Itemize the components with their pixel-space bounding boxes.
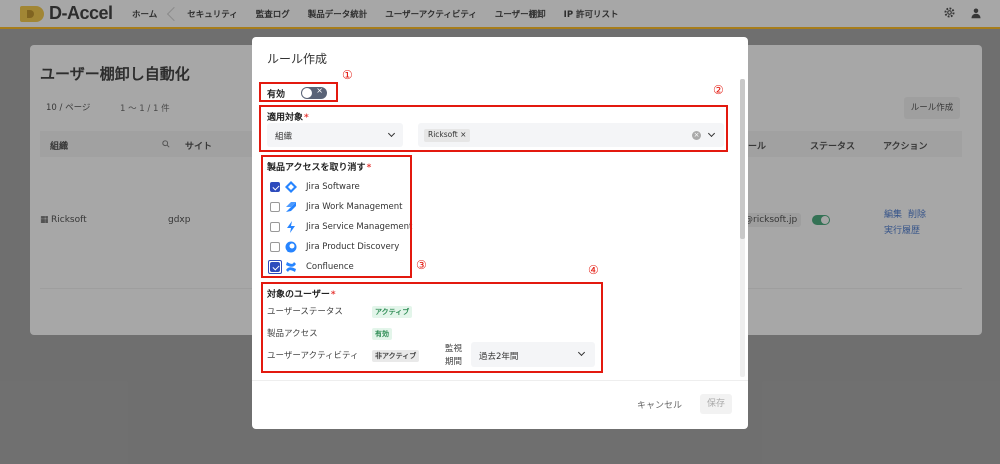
annotation-box-2	[259, 105, 728, 152]
annotation-number-1: ①	[342, 68, 353, 82]
cancel-button[interactable]: キャンセル	[637, 398, 682, 411]
annotation-box-1	[259, 82, 338, 102]
footer-divider	[252, 380, 748, 381]
annotation-number-4: ④	[588, 263, 599, 277]
modal-scrollbar[interactable]	[740, 79, 745, 377]
annotation-number-2: ②	[713, 83, 724, 97]
save-button[interactable]: 保存	[700, 394, 732, 414]
scrollbar-thumb[interactable]	[740, 79, 745, 239]
annotation-number-3: ③	[416, 258, 427, 272]
annotation-box-3	[261, 155, 412, 278]
annotation-box-4	[261, 282, 603, 373]
modal-title: ルール作成	[267, 52, 328, 66]
